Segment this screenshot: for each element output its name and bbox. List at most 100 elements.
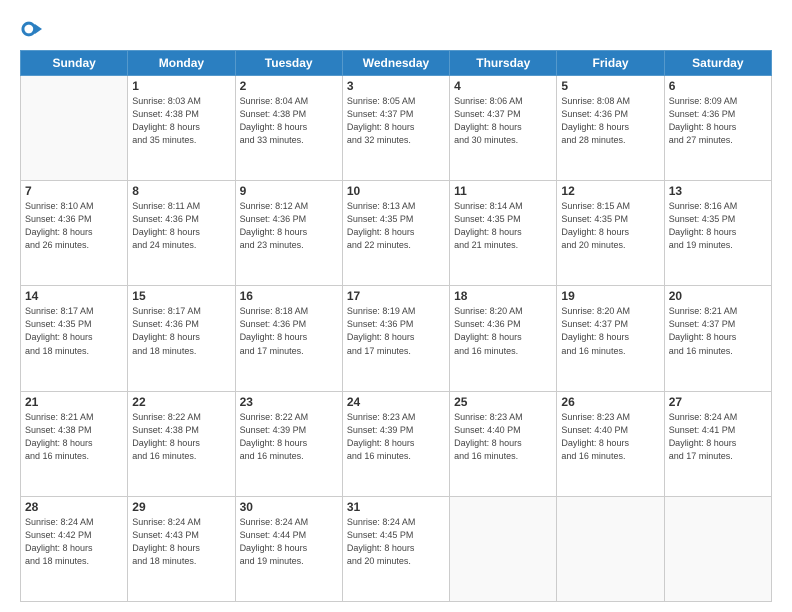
calendar-cell xyxy=(664,496,771,601)
day-number: 29 xyxy=(132,500,230,514)
calendar-cell: 27 Sunrise: 8:24 AM Sunset: 4:41 PM Dayli… xyxy=(664,391,771,496)
day-info: Sunrise: 8:20 AM Sunset: 4:37 PM Dayligh… xyxy=(561,305,659,357)
header xyxy=(20,18,772,40)
day-number: 18 xyxy=(454,289,552,303)
calendar-cell: 10 Sunrise: 8:13 AM Sunset: 4:35 PM Dayli… xyxy=(342,181,449,286)
day-info: Sunrise: 8:06 AM Sunset: 4:37 PM Dayligh… xyxy=(454,95,552,147)
calendar-cell xyxy=(21,76,128,181)
day-number: 7 xyxy=(25,184,123,198)
day-number: 10 xyxy=(347,184,445,198)
calendar-table: SundayMondayTuesdayWednesdayThursdayFrid… xyxy=(20,50,772,602)
day-info: Sunrise: 8:19 AM Sunset: 4:36 PM Dayligh… xyxy=(347,305,445,357)
day-number: 22 xyxy=(132,395,230,409)
calendar-cell: 25 Sunrise: 8:23 AM Sunset: 4:40 PM Dayli… xyxy=(450,391,557,496)
day-number: 11 xyxy=(454,184,552,198)
calendar-cell: 28 Sunrise: 8:24 AM Sunset: 4:42 PM Dayli… xyxy=(21,496,128,601)
day-info: Sunrise: 8:22 AM Sunset: 4:39 PM Dayligh… xyxy=(240,411,338,463)
calendar-cell xyxy=(557,496,664,601)
calendar-cell: 23 Sunrise: 8:22 AM Sunset: 4:39 PM Dayli… xyxy=(235,391,342,496)
calendar-cell: 20 Sunrise: 8:21 AM Sunset: 4:37 PM Dayli… xyxy=(664,286,771,391)
day-number: 8 xyxy=(132,184,230,198)
day-info: Sunrise: 8:14 AM Sunset: 4:35 PM Dayligh… xyxy=(454,200,552,252)
calendar-cell: 2Sunrise: 8:04 AM Sunset: 4:38 PM Daylig… xyxy=(235,76,342,181)
day-info: Sunrise: 8:03 AM Sunset: 4:38 PM Dayligh… xyxy=(132,95,230,147)
weekday-header: Thursday xyxy=(450,51,557,76)
weekday-header: Tuesday xyxy=(235,51,342,76)
calendar-cell: 21 Sunrise: 8:21 AM Sunset: 4:38 PM Dayli… xyxy=(21,391,128,496)
day-number: 12 xyxy=(561,184,659,198)
day-number: 21 xyxy=(25,395,123,409)
day-info: Sunrise: 8:17 AM Sunset: 4:36 PM Dayligh… xyxy=(132,305,230,357)
calendar-cell: 5Sunrise: 8:08 AM Sunset: 4:36 PM Daylig… xyxy=(557,76,664,181)
day-info: Sunrise: 8:24 AM Sunset: 4:42 PM Dayligh… xyxy=(25,516,123,568)
day-number: 9 xyxy=(240,184,338,198)
logo-icon xyxy=(20,18,42,40)
calendar-cell: 1 Sunrise: 8:03 AM Sunset: 4:38 PM Daylig… xyxy=(128,76,235,181)
day-number: 31 xyxy=(347,500,445,514)
day-info: Sunrise: 8:10 AM Sunset: 4:36 PM Dayligh… xyxy=(25,200,123,252)
calendar-cell: 4 Sunrise: 8:06 AM Sunset: 4:37 PM Daylig… xyxy=(450,76,557,181)
day-info: Sunrise: 8:24 AM Sunset: 4:44 PM Dayligh… xyxy=(240,516,338,568)
day-number: 6 xyxy=(669,79,767,93)
page: SundayMondayTuesdayWednesdayThursdayFrid… xyxy=(0,0,792,612)
day-info: Sunrise: 8:17 AM Sunset: 4:35 PM Dayligh… xyxy=(25,305,123,357)
day-number: 25 xyxy=(454,395,552,409)
calendar-cell: 15 Sunrise: 8:17 AM Sunset: 4:36 PM Dayli… xyxy=(128,286,235,391)
calendar-cell: 3Sunrise: 8:05 AM Sunset: 4:37 PM Daylig… xyxy=(342,76,449,181)
day-number: 23 xyxy=(240,395,338,409)
day-info: Sunrise: 8:24 AM Sunset: 4:43 PM Dayligh… xyxy=(132,516,230,568)
day-info: Sunrise: 8:23 AM Sunset: 4:39 PM Dayligh… xyxy=(347,411,445,463)
calendar-cell: 16Sunrise: 8:18 AM Sunset: 4:36 PM Dayli… xyxy=(235,286,342,391)
day-info: Sunrise: 8:22 AM Sunset: 4:38 PM Dayligh… xyxy=(132,411,230,463)
calendar-cell: 12 Sunrise: 8:15 AM Sunset: 4:35 PM Dayli… xyxy=(557,181,664,286)
day-number: 1 xyxy=(132,79,230,93)
day-info: Sunrise: 8:24 AM Sunset: 4:45 PM Dayligh… xyxy=(347,516,445,568)
weekday-header: Saturday xyxy=(664,51,771,76)
calendar-cell: 31 Sunrise: 8:24 AM Sunset: 4:45 PM Dayli… xyxy=(342,496,449,601)
calendar-cell: 17Sunrise: 8:19 AM Sunset: 4:36 PM Dayli… xyxy=(342,286,449,391)
day-info: Sunrise: 8:16 AM Sunset: 4:35 PM Dayligh… xyxy=(669,200,767,252)
calendar-cell: 9 Sunrise: 8:12 AM Sunset: 4:36 PM Daylig… xyxy=(235,181,342,286)
day-number: 13 xyxy=(669,184,767,198)
logo xyxy=(20,18,44,40)
calendar-cell: 29 Sunrise: 8:24 AM Sunset: 4:43 PM Dayli… xyxy=(128,496,235,601)
day-info: Sunrise: 8:21 AM Sunset: 4:38 PM Dayligh… xyxy=(25,411,123,463)
day-number: 20 xyxy=(669,289,767,303)
day-number: 28 xyxy=(25,500,123,514)
calendar-cell: 11 Sunrise: 8:14 AM Sunset: 4:35 PM Dayli… xyxy=(450,181,557,286)
day-info: Sunrise: 8:23 AM Sunset: 4:40 PM Dayligh… xyxy=(454,411,552,463)
calendar-cell: 18 Sunrise: 8:20 AM Sunset: 4:36 PM Dayli… xyxy=(450,286,557,391)
day-info: Sunrise: 8:08 AM Sunset: 4:36 PM Dayligh… xyxy=(561,95,659,147)
calendar-cell xyxy=(450,496,557,601)
day-info: Sunrise: 8:13 AM Sunset: 4:35 PM Dayligh… xyxy=(347,200,445,252)
day-number: 4 xyxy=(454,79,552,93)
day-info: Sunrise: 8:21 AM Sunset: 4:37 PM Dayligh… xyxy=(669,305,767,357)
day-info: Sunrise: 8:09 AM Sunset: 4:36 PM Dayligh… xyxy=(669,95,767,147)
day-number: 24 xyxy=(347,395,445,409)
day-info: Sunrise: 8:15 AM Sunset: 4:35 PM Dayligh… xyxy=(561,200,659,252)
calendar-cell: 22 Sunrise: 8:22 AM Sunset: 4:38 PM Dayli… xyxy=(128,391,235,496)
day-info: Sunrise: 8:24 AM Sunset: 4:41 PM Dayligh… xyxy=(669,411,767,463)
calendar-cell: 26Sunrise: 8:23 AM Sunset: 4:40 PM Dayli… xyxy=(557,391,664,496)
calendar-cell: 7 Sunrise: 8:10 AM Sunset: 4:36 PM Daylig… xyxy=(21,181,128,286)
day-number: 2 xyxy=(240,79,338,93)
calendar-cell: 19 Sunrise: 8:20 AM Sunset: 4:37 PM Dayli… xyxy=(557,286,664,391)
weekday-header: Friday xyxy=(557,51,664,76)
day-number: 15 xyxy=(132,289,230,303)
weekday-header: Wednesday xyxy=(342,51,449,76)
calendar-cell: 6 Sunrise: 8:09 AM Sunset: 4:36 PM Daylig… xyxy=(664,76,771,181)
calendar-cell: 24 Sunrise: 8:23 AM Sunset: 4:39 PM Dayli… xyxy=(342,391,449,496)
weekday-header: Sunday xyxy=(21,51,128,76)
day-number: 14 xyxy=(25,289,123,303)
day-info: Sunrise: 8:11 AM Sunset: 4:36 PM Dayligh… xyxy=(132,200,230,252)
day-number: 16 xyxy=(240,289,338,303)
day-number: 19 xyxy=(561,289,659,303)
calendar-cell: 30Sunrise: 8:24 AM Sunset: 4:44 PM Dayli… xyxy=(235,496,342,601)
day-info: Sunrise: 8:23 AM Sunset: 4:40 PM Dayligh… xyxy=(561,411,659,463)
day-info: Sunrise: 8:12 AM Sunset: 4:36 PM Dayligh… xyxy=(240,200,338,252)
day-number: 27 xyxy=(669,395,767,409)
calendar-cell: 14 Sunrise: 8:17 AM Sunset: 4:35 PM Dayli… xyxy=(21,286,128,391)
day-number: 3 xyxy=(347,79,445,93)
day-info: Sunrise: 8:20 AM Sunset: 4:36 PM Dayligh… xyxy=(454,305,552,357)
calendar-cell: 13 Sunrise: 8:16 AM Sunset: 4:35 PM Dayli… xyxy=(664,181,771,286)
